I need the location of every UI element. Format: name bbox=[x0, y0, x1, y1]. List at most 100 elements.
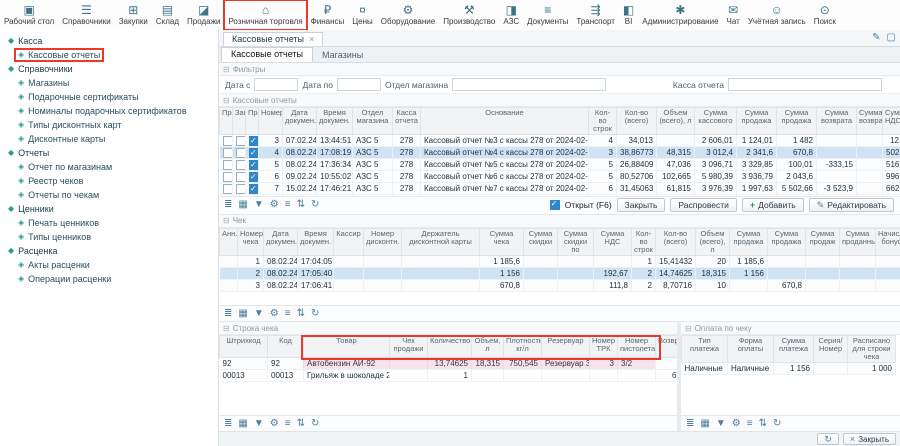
row-checkbox[interactable] bbox=[236, 184, 246, 194]
row-checkbox[interactable] bbox=[223, 172, 233, 182]
row-checkbox[interactable] bbox=[236, 148, 246, 158]
filter-icon[interactable]: ▼ bbox=[716, 419, 726, 429]
column-header[interactable]: Сумма чека bbox=[480, 228, 524, 255]
section-payment[interactable]: ⊟ Оплата по чеку bbox=[681, 322, 900, 335]
window-icon[interactable]: ▢ bbox=[887, 32, 896, 43]
filter-icon[interactable]: ▼ bbox=[254, 419, 264, 429]
filter-icon[interactable]: ▼ bbox=[254, 309, 264, 319]
row-checkbox[interactable] bbox=[223, 160, 233, 170]
column-header[interactable]: Код bbox=[268, 336, 304, 358]
row-checkbox[interactable] bbox=[249, 196, 259, 197]
toolbar-item-chat[interactable]: ✉Чат bbox=[723, 0, 744, 30]
row-checkbox[interactable] bbox=[223, 136, 233, 146]
column-header[interactable]: Чек продажи bbox=[390, 336, 428, 358]
column-header[interactable]: Номер bbox=[259, 107, 283, 134]
button-action[interactable]: Распровести bbox=[670, 198, 736, 212]
table-row[interactable]: 108.02.2417:04:051 185,6115,41432201 185… bbox=[220, 255, 900, 267]
sidebar-group[interactable]: ◆Касса bbox=[0, 34, 218, 48]
sidebar-item[interactable]: ◈Операции расценки bbox=[0, 272, 218, 286]
column-header[interactable]: Товар bbox=[304, 336, 390, 358]
toolbar-item-search[interactable]: ⊙Поиск bbox=[810, 0, 840, 30]
table-row[interactable]: 408.02.2417:08:19АЗС 5278Кассовый отчет … bbox=[220, 146, 900, 158]
column-header[interactable]: Сумма НДС bbox=[883, 107, 900, 134]
pencil-icon[interactable]: ✎ bbox=[872, 32, 880, 43]
table-row[interactable]: 715.02.2417:46:21АЗС 5278Кассовый отчет … bbox=[220, 182, 900, 194]
toolbar-item-gas-station[interactable]: ◨АЗС bbox=[499, 0, 523, 30]
grid-view-icon[interactable]: ▦ bbox=[700, 419, 709, 429]
columns-icon[interactable]: ≡ bbox=[285, 419, 291, 429]
export-icon[interactable]: ⇅ bbox=[297, 200, 305, 210]
settings-icon[interactable]: ⚙ bbox=[270, 419, 279, 429]
sidebar-group[interactable]: ◆Ценники bbox=[0, 202, 218, 216]
row-checkbox[interactable] bbox=[223, 148, 233, 158]
row-checkbox[interactable] bbox=[249, 172, 259, 182]
row-checkbox[interactable] bbox=[249, 136, 259, 146]
table-row[interactable]: 609.02.2410:55:02АЗС 5278Кассовый отчет … bbox=[220, 170, 900, 182]
column-header[interactable]: Серия/ Номер bbox=[814, 336, 848, 363]
toolbar-item-sales[interactable]: ◪Продажи bbox=[183, 0, 224, 30]
settings-icon[interactable]: ⚙ bbox=[270, 309, 279, 319]
refresh-button[interactable]: ↻ bbox=[817, 433, 839, 445]
refresh-icon[interactable]: ↻ bbox=[311, 200, 319, 210]
row-checkbox[interactable] bbox=[236, 136, 246, 146]
column-header[interactable]: Закр bbox=[233, 107, 246, 134]
date-to-input[interactable] bbox=[337, 78, 381, 91]
sidebar-item[interactable]: ◈Акты расценки bbox=[0, 258, 218, 272]
cash-input[interactable] bbox=[728, 78, 882, 91]
columns-icon[interactable]: ≡ bbox=[285, 200, 291, 210]
column-header[interactable]: Форма оплаты bbox=[728, 336, 774, 363]
list-view-icon[interactable]: ≣ bbox=[224, 419, 232, 429]
toolbar-item-production[interactable]: ⚒Производство bbox=[439, 0, 499, 30]
row-checkbox[interactable] bbox=[236, 160, 246, 170]
grid-view-icon[interactable]: ▦ bbox=[238, 419, 247, 429]
toolbar-item-bi[interactable]: ◧BI bbox=[619, 0, 638, 30]
column-header[interactable]: Пров bbox=[246, 107, 259, 134]
column-header[interactable]: Начислено бонусов bbox=[876, 228, 900, 255]
settings-icon[interactable]: ⚙ bbox=[270, 200, 279, 210]
close-button[interactable]: × Закрыть bbox=[843, 433, 896, 445]
column-header[interactable]: Сумма скидки bbox=[524, 228, 558, 255]
table-row[interactable]: 0001300013Грильяж в шоколаде 2001670,8 bbox=[220, 370, 678, 382]
row-checkbox[interactable] bbox=[249, 148, 259, 158]
close-icon[interactable]: × bbox=[309, 34, 314, 44]
table-row[interactable]: НаличныеНаличные1 1561 000 bbox=[682, 363, 896, 375]
sidebar-item[interactable]: ◈Дисконтные карты bbox=[0, 132, 218, 146]
column-header[interactable]: Сумма кассового bbox=[695, 107, 737, 134]
refresh-icon[interactable]: ↻ bbox=[311, 419, 319, 429]
department-input[interactable] bbox=[452, 78, 606, 91]
list-view-icon[interactable]: ≣ bbox=[686, 419, 694, 429]
subtab[interactable]: Магазины bbox=[313, 49, 372, 62]
table-row[interactable]: 307.02.2413:44:51АЗС 5278Кассовый отчет … bbox=[220, 134, 900, 146]
column-header[interactable]: Сумма продажа bbox=[730, 228, 768, 255]
column-header[interactable]: Время докумен. bbox=[317, 107, 353, 134]
columns-icon[interactable]: ≡ bbox=[747, 419, 753, 429]
sidebar-group[interactable]: ◆Справочники bbox=[0, 62, 218, 76]
sidebar-item[interactable]: ◈Номиналы подарочных сертификатов bbox=[0, 104, 218, 118]
column-header[interactable]: Количество bbox=[428, 336, 472, 358]
column-header[interactable]: Сумма продажа bbox=[768, 228, 806, 255]
table-row[interactable]: 208.02.2417:05:401 156192,67214,7462518,… bbox=[220, 267, 900, 279]
column-header[interactable]: Касса отчета bbox=[393, 107, 421, 134]
row-checkbox[interactable] bbox=[249, 184, 259, 194]
column-header[interactable]: Сумма возврата bbox=[817, 107, 857, 134]
columns-icon[interactable]: ≡ bbox=[285, 309, 291, 319]
column-header[interactable]: Резервуар bbox=[542, 336, 590, 358]
toolbar-item-prices[interactable]: ¤Цены bbox=[348, 0, 377, 30]
column-header[interactable]: Анн. bbox=[220, 228, 238, 255]
column-header[interactable]: Сумма скидки по bbox=[558, 228, 594, 255]
column-header[interactable]: Плотность кг/л bbox=[504, 336, 542, 358]
toolbar-item-finance[interactable]: ₽Финансы bbox=[307, 0, 349, 30]
column-header[interactable]: Сумма продажа bbox=[737, 107, 777, 134]
row-checkbox[interactable] bbox=[223, 184, 233, 194]
button-plus[interactable]: +Добавить bbox=[742, 198, 804, 212]
toolbar-item-equipment[interactable]: ⚙Оборудование bbox=[377, 0, 439, 30]
column-header[interactable]: Сумма платежа bbox=[774, 336, 814, 363]
column-header[interactable]: Кол-во строк bbox=[589, 107, 617, 134]
column-header[interactable]: Расписано для строки чека bbox=[848, 336, 896, 363]
toolbar-item-desktop[interactable]: ▣Рабочий стол bbox=[0, 0, 58, 30]
list-view-icon[interactable]: ≣ bbox=[224, 309, 232, 319]
section-reports[interactable]: ⊟ Кассовые отчеты bbox=[219, 94, 900, 107]
export-icon[interactable]: ⇅ bbox=[297, 309, 305, 319]
grid-view-icon[interactable]: ▦ bbox=[238, 309, 247, 319]
grid-view-icon[interactable]: ▦ bbox=[238, 200, 247, 210]
